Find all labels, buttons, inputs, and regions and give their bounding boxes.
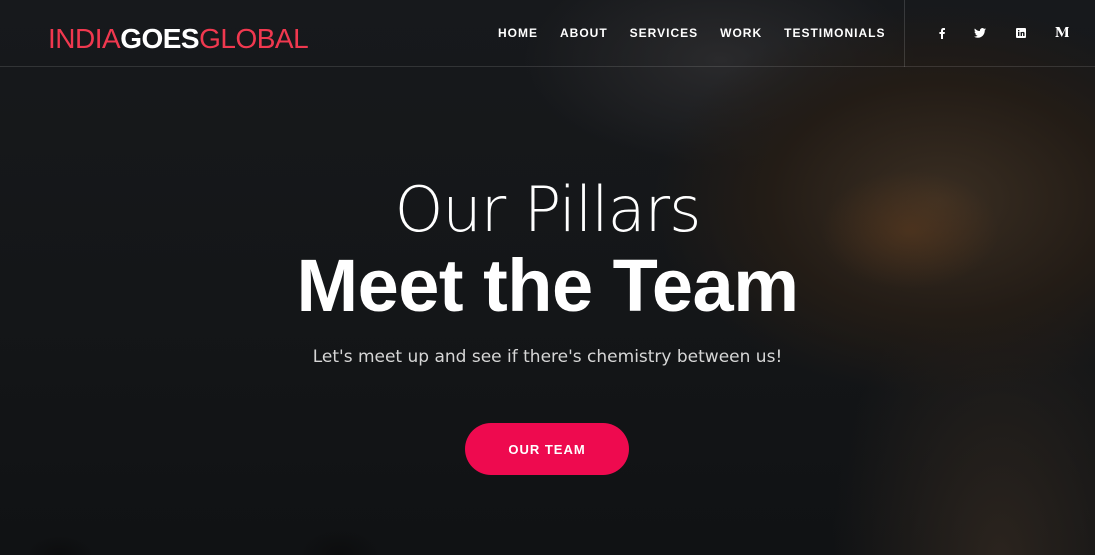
hero-subtitle: Let's meet up and see if there's chemist…	[312, 347, 783, 367]
hero-eyebrow: Our Pillars	[394, 173, 702, 246]
our-team-button[interactable]: OUR TEAM	[465, 423, 629, 475]
hero-title: Meet the Team	[296, 244, 799, 327]
hero-section: Our Pillars Meet the Team Let's meet up …	[0, 0, 1095, 555]
